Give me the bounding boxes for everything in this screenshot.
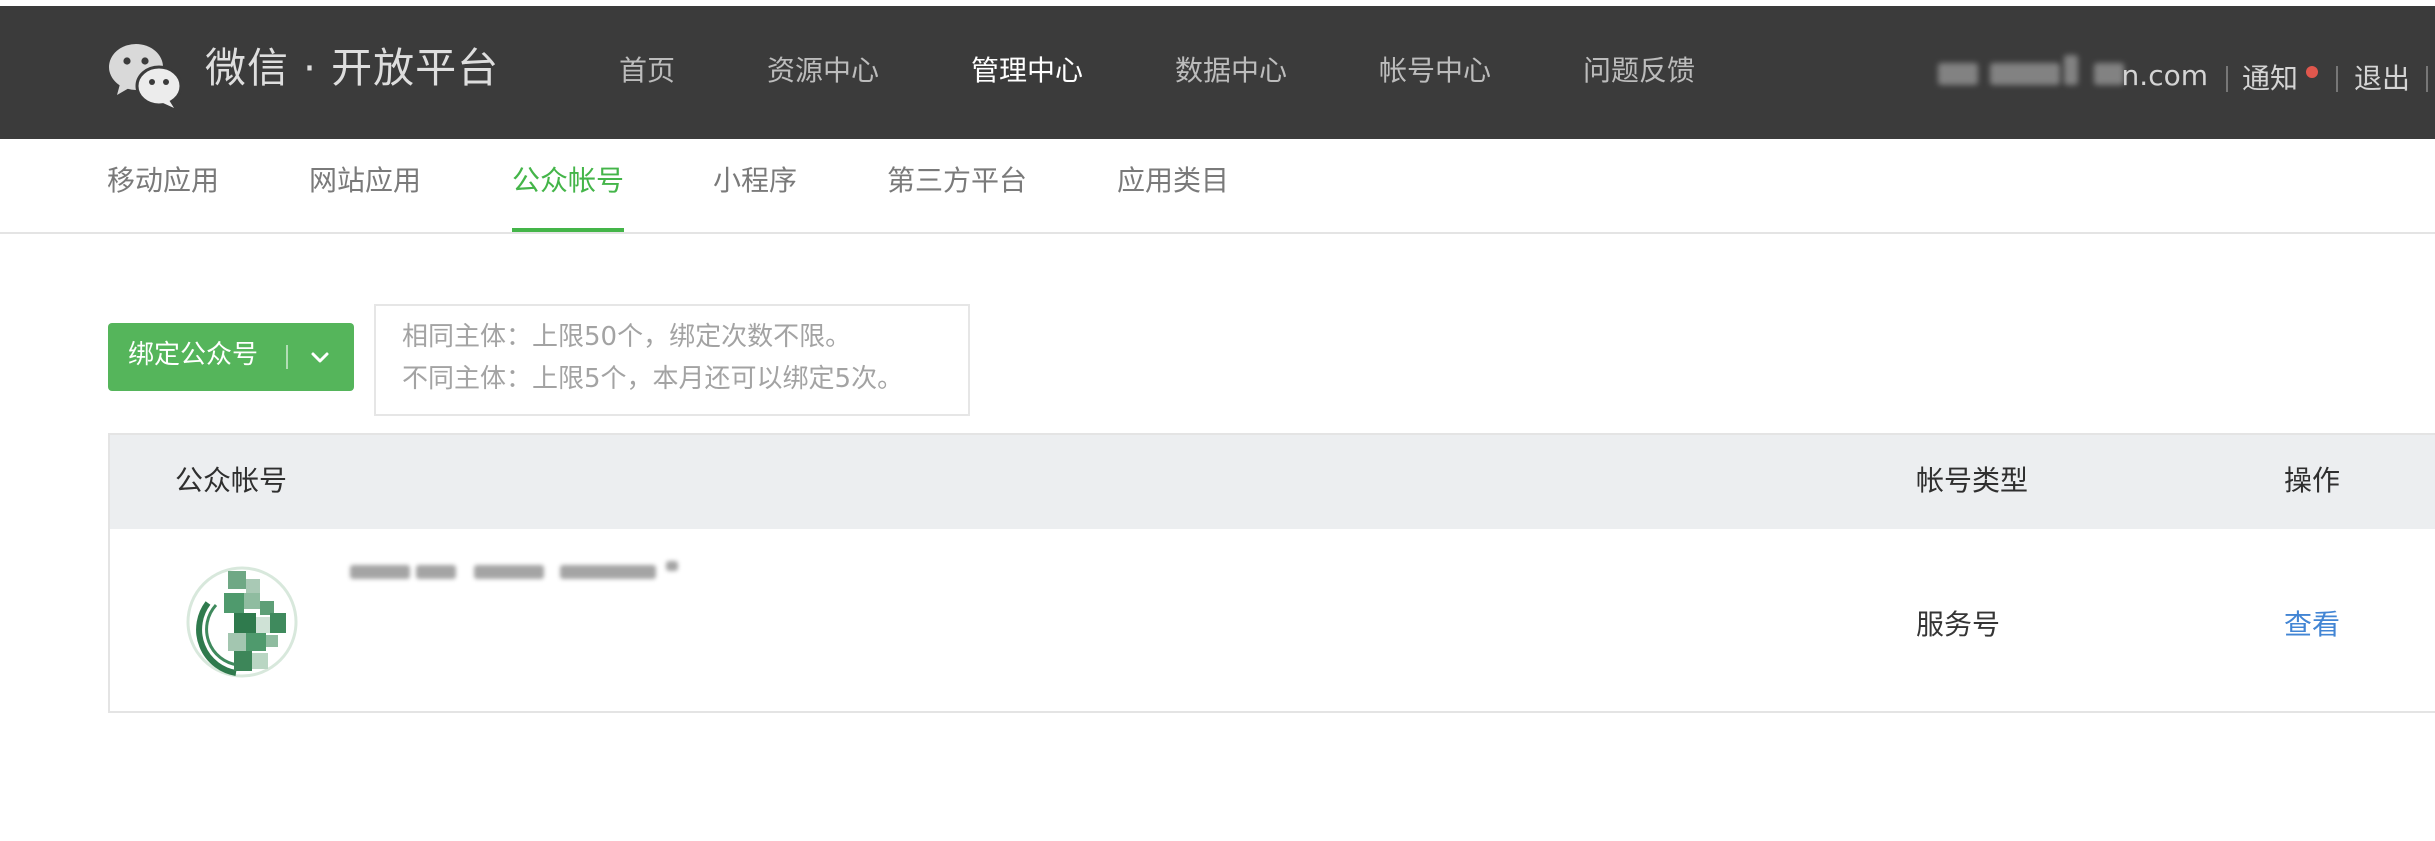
notification-dot-icon xyxy=(2306,66,2318,78)
user-email[interactable]: n.com xyxy=(1938,55,2208,92)
notify-link[interactable]: 通知 xyxy=(2242,57,2298,97)
sub-nav: 移动应用 网站应用 公众帐号 小程序 第三方平台 应用类目 xyxy=(0,139,2435,234)
view-link[interactable]: 查看 xyxy=(2284,611,2340,639)
active-tab-underline xyxy=(512,228,624,232)
top-nav-management[interactable]: 管理中心 xyxy=(971,57,1083,85)
accounts-table: 公众帐号 帐号类型 操作 服务号 查看 xyxy=(108,433,2435,713)
divider xyxy=(286,345,288,369)
top-nav-account[interactable]: 帐号中心 xyxy=(1379,57,1491,85)
chevron-down-icon[interactable] xyxy=(308,345,332,369)
tip-different-entity: 不同主体：上限5个，本月还可以绑定5次。 xyxy=(402,364,904,394)
tip-same-entity: 相同主体：上限50个，绑定次数不限。 xyxy=(402,322,852,352)
tab-app-categories[interactable]: 应用类目 xyxy=(1117,167,1229,195)
top-nav-resources[interactable]: 资源中心 xyxy=(767,57,879,85)
brand-title[interactable]: 微信 · 开放平台 xyxy=(205,48,499,89)
tab-web-apps[interactable]: 网站应用 xyxy=(309,167,421,195)
bind-official-account-button[interactable]: 绑定公众号 xyxy=(108,323,354,391)
bind-button-label: 绑定公众号 xyxy=(128,340,259,370)
user-email-suffix: n.com xyxy=(2121,59,2208,92)
tab-mini-programs[interactable]: 小程序 xyxy=(713,167,797,195)
table-header: 公众帐号 帐号类型 操作 xyxy=(110,435,2435,529)
header-action: 操作 xyxy=(2284,464,2341,497)
divider xyxy=(2226,66,2228,92)
account-type: 服务号 xyxy=(1916,608,2001,641)
top-nav-feedback[interactable]: 问题反馈 xyxy=(1583,57,1695,85)
top-bar: 微信 · 开放平台 首页 资源中心 管理中心 数据中心 帐号中心 问题反馈 n.… xyxy=(0,6,2435,139)
top-nav-data[interactable]: 数据中心 xyxy=(1175,57,1287,85)
header-account-type: 帐号类型 xyxy=(1916,464,2029,497)
table-row: 服务号 查看 xyxy=(110,529,2435,713)
binding-limit-tips: 相同主体：上限50个，绑定次数不限。 不同主体：上限5个，本月还可以绑定5次。 xyxy=(374,304,970,416)
logout-link[interactable]: 退出 xyxy=(2354,57,2410,97)
tab-mobile-apps[interactable]: 移动应用 xyxy=(107,167,219,195)
account-name-redacted xyxy=(350,561,690,585)
divider xyxy=(2336,66,2338,92)
divider xyxy=(2426,66,2428,92)
header-account: 公众帐号 xyxy=(175,464,288,497)
tab-third-party-platform[interactable]: 第三方平台 xyxy=(887,167,1027,195)
tab-official-accounts[interactable]: 公众帐号 xyxy=(512,167,624,195)
account-avatar xyxy=(186,566,298,678)
top-nav-home[interactable]: 首页 xyxy=(619,57,675,85)
wechat-logo-icon[interactable] xyxy=(108,40,182,110)
